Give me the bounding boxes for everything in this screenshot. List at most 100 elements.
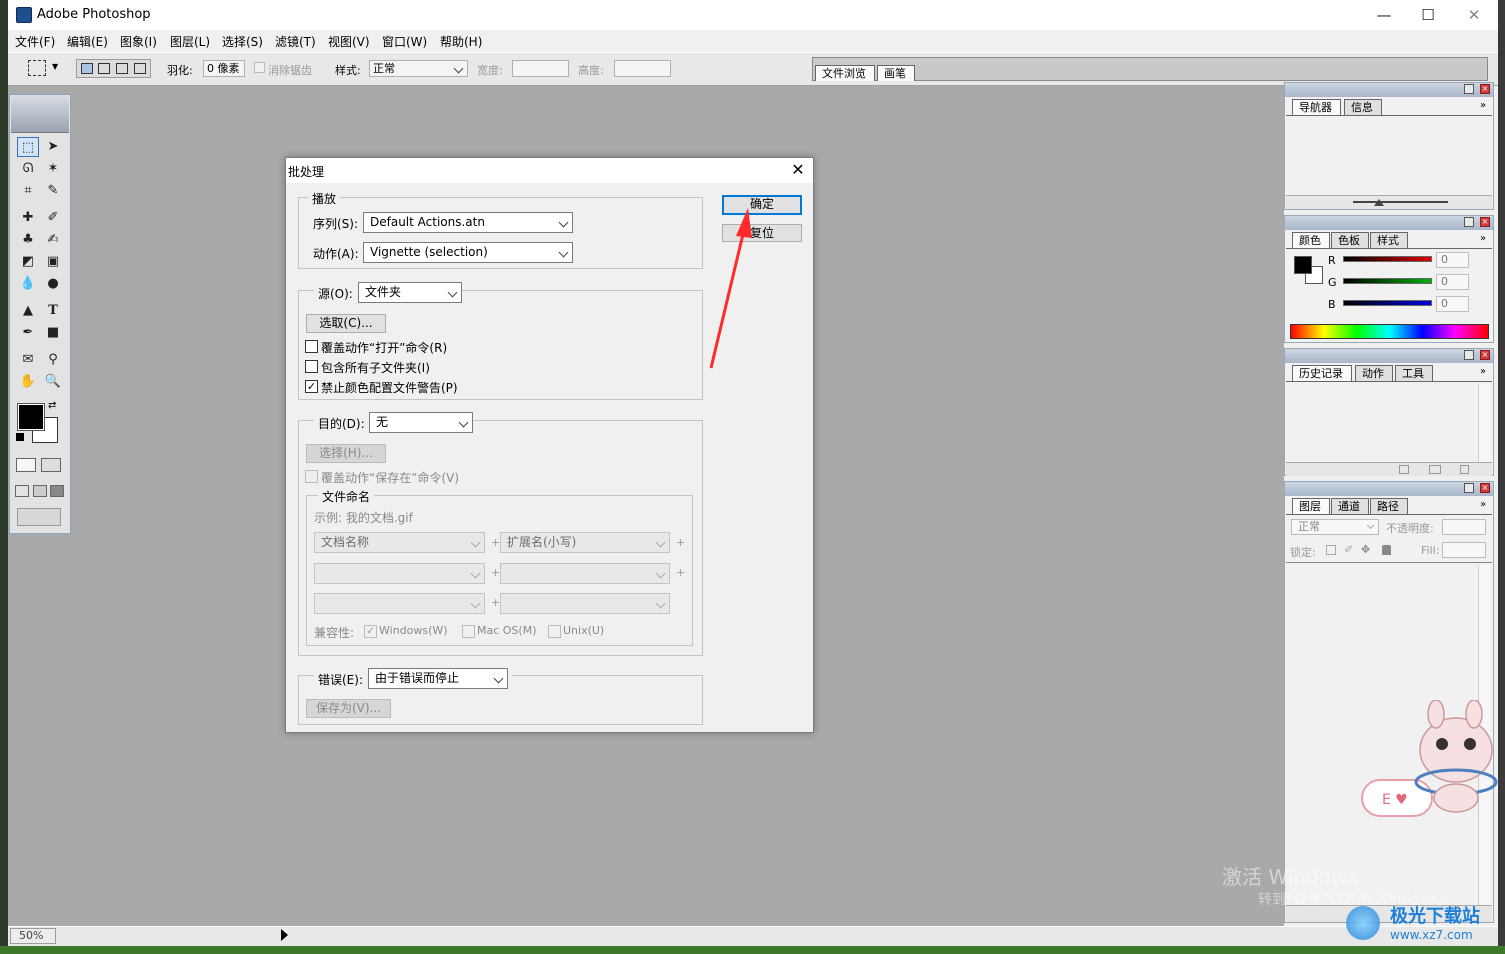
compat-unix-checkbox[interactable]	[548, 625, 561, 638]
history-brush-tool-icon[interactable]: ✍	[42, 230, 64, 250]
save-as-button[interactable]: 保存为(V)...	[306, 699, 391, 718]
panel-minimize-icon[interactable]	[1464, 217, 1474, 227]
naming-field-1[interactable]: 文档名称	[314, 532, 485, 553]
naming-field-5[interactable]	[314, 593, 485, 614]
channel-b-slider[interactable]	[1343, 300, 1432, 306]
choose-destination-button[interactable]: 选择(H)...	[306, 444, 386, 463]
naming-field-3[interactable]	[314, 563, 485, 584]
panel-menu-icon[interactable]: »	[1480, 366, 1486, 377]
dodge-tool-icon[interactable]: ●	[42, 274, 64, 294]
action-select[interactable]: Vignette (selection)	[363, 242, 573, 263]
swap-colors-icon[interactable]: ⇄	[48, 400, 56, 411]
menu-filter[interactable]: 滤镜(T)	[275, 33, 316, 50]
tab-color[interactable]: 颜色	[1292, 232, 1330, 248]
panel-minimize-icon[interactable]	[1464, 84, 1474, 94]
naming-field-4[interactable]	[500, 563, 670, 584]
opacity-input[interactable]	[1442, 519, 1486, 535]
height-input[interactable]	[614, 60, 671, 77]
tab-info[interactable]: 信息	[1344, 99, 1382, 115]
screen-mode-standard-icon[interactable]	[15, 485, 29, 497]
gradient-tool-icon[interactable]: ▣	[42, 252, 64, 272]
new-document-icon[interactable]	[1399, 465, 1409, 474]
compat-windows-checkbox[interactable]: ✓	[364, 625, 377, 638]
menu-help[interactable]: 帮助(H)	[440, 33, 482, 50]
compat-mac-checkbox[interactable]	[462, 625, 475, 638]
lock-transparency-icon[interactable]	[1326, 545, 1336, 555]
slice-tool-icon[interactable]: ✎	[42, 181, 64, 201]
include-subfolders-checkbox[interactable]	[305, 360, 318, 373]
channel-g-slider[interactable]	[1343, 278, 1432, 284]
history-scrollbar[interactable]	[1478, 384, 1490, 462]
status-menu-arrow-icon[interactable]	[281, 929, 288, 941]
tab-styles[interactable]: 样式	[1370, 232, 1408, 248]
intersect-selection-icon[interactable]	[134, 63, 146, 74]
type-tool-icon[interactable]: T	[42, 301, 64, 321]
dialog-close-button[interactable]: ✕	[789, 161, 807, 179]
panel-close-icon[interactable]: ×	[1480, 350, 1490, 360]
zoom-slider-thumb-icon[interactable]	[1374, 199, 1384, 206]
add-selection-icon[interactable]	[98, 63, 110, 74]
tab-file-browser[interactable]: 文件浏览	[815, 65, 875, 81]
preset-dropdown-arrow-icon[interactable]: ▼	[52, 62, 58, 71]
naming-field-2[interactable]: 扩展名(小写)	[500, 532, 670, 553]
screen-mode-full-menu-icon[interactable]	[33, 485, 47, 497]
brush-tool-icon[interactable]: ✐	[42, 208, 64, 228]
menu-window[interactable]: 窗口(W)	[382, 33, 427, 50]
channel-g-value[interactable]: 0	[1436, 274, 1469, 290]
channel-b-value[interactable]: 0	[1436, 296, 1469, 312]
choose-source-button[interactable]: 选取(C)...	[306, 314, 386, 333]
standard-mode-icon[interactable]	[16, 458, 36, 472]
override-open-checkbox[interactable]	[305, 340, 318, 353]
channel-r-value[interactable]: 0	[1436, 252, 1469, 268]
color-foreground-swatch[interactable]	[1294, 256, 1312, 274]
errors-select[interactable]: 由于错误而停止	[368, 668, 508, 689]
width-input[interactable]	[512, 60, 569, 77]
tab-layers[interactable]: 图层	[1292, 498, 1330, 514]
tab-swatches[interactable]: 色板	[1331, 232, 1369, 248]
channel-r-slider[interactable]	[1343, 256, 1432, 262]
naming-field-6[interactable]	[500, 593, 670, 614]
suppress-color-checkbox[interactable]: ✓	[305, 380, 318, 393]
feather-input[interactable]: 0 像素	[203, 60, 245, 77]
clone-stamp-tool-icon[interactable]: ♣	[17, 230, 39, 250]
menu-select[interactable]: 选择(S)	[222, 33, 263, 50]
menu-edit[interactable]: 编辑(E)	[67, 33, 108, 50]
panel-menu-icon[interactable]: »	[1480, 233, 1486, 244]
lasso-tool-icon[interactable]: ᘏ	[17, 159, 39, 179]
minimize-button[interactable]: —	[1364, 4, 1404, 26]
panel-minimize-icon[interactable]	[1464, 483, 1474, 493]
zoom-slider-track[interactable]	[1353, 201, 1448, 203]
marquee-tool-icon[interactable]: ⬚	[17, 137, 39, 157]
shape-tool-icon[interactable]: ■	[42, 323, 64, 343]
panel-menu-icon[interactable]: »	[1480, 499, 1486, 510]
style-select[interactable]: 正常	[369, 60, 468, 77]
tab-actions[interactable]: 动作	[1355, 365, 1393, 381]
eraser-tool-icon[interactable]: ◩	[17, 252, 39, 272]
menu-image[interactable]: 图象(I)	[120, 33, 157, 50]
default-colors-icon[interactable]	[16, 433, 24, 441]
jump-to-imageready-icon[interactable]	[17, 508, 61, 526]
healing-brush-tool-icon[interactable]: ✚	[17, 208, 39, 228]
pen-tool-icon[interactable]: ✒	[17, 323, 39, 343]
antialias-checkbox[interactable]	[254, 62, 265, 73]
screen-mode-full-icon[interactable]	[50, 485, 64, 497]
tab-brushes[interactable]: 画笔	[877, 65, 915, 81]
eyedropper-tool-icon[interactable]: ⚲	[42, 350, 64, 370]
panel-close-icon[interactable]: ×	[1480, 217, 1490, 227]
blur-tool-icon[interactable]: 💧	[17, 274, 39, 294]
tab-history[interactable]: 历史记录	[1292, 365, 1352, 381]
tab-tool-presets[interactable]: 工具	[1395, 365, 1433, 381]
color-spectrum-ramp[interactable]	[1290, 324, 1489, 339]
close-window-button[interactable]: ✕	[1454, 4, 1494, 26]
path-selection-tool-icon[interactable]: ▲	[17, 301, 39, 321]
marquee-preset-icon[interactable]	[28, 60, 46, 76]
maximize-button[interactable]: ☐	[1408, 4, 1448, 26]
hand-tool-icon[interactable]: ✋	[17, 372, 39, 392]
blend-mode-select[interactable]: 正常	[1291, 519, 1379, 535]
move-tool-icon[interactable]: ➤	[42, 137, 64, 157]
tab-channels[interactable]: 通道	[1331, 498, 1369, 514]
override-save-checkbox[interactable]	[305, 470, 318, 483]
source-select[interactable]: 文件夹	[358, 282, 462, 303]
notes-tool-icon[interactable]: ✉	[17, 350, 39, 370]
menu-file[interactable]: 文件(F)	[15, 33, 55, 50]
